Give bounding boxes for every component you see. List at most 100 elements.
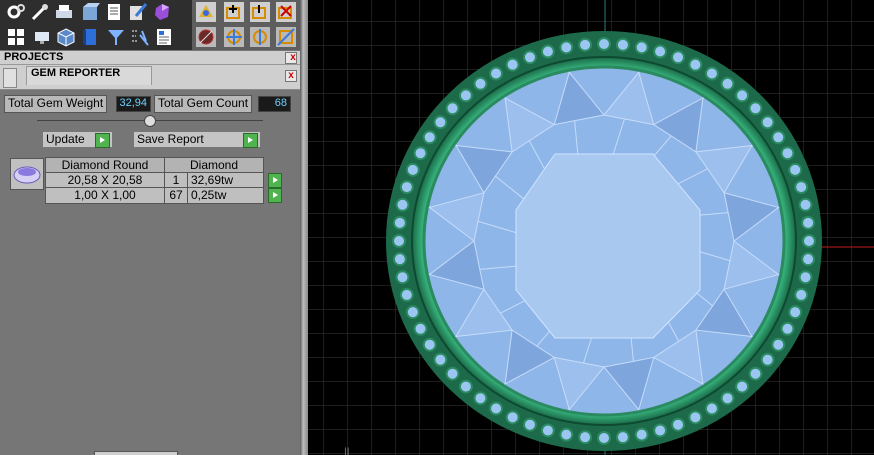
3d-viewport[interactable]: ll	[308, 0, 874, 455]
side-stone	[505, 410, 520, 425]
side-stone	[422, 130, 437, 145]
side-stone	[458, 88, 473, 103]
side-stone	[735, 88, 750, 103]
side-stone	[473, 391, 488, 406]
side-stone	[597, 37, 611, 51]
close-icon[interactable]: x	[285, 52, 297, 64]
table-row[interactable]: 1,00 X 1,00 67 0,25tw	[45, 187, 287, 204]
projects-title: PROJECTS	[4, 51, 64, 63]
side-stone	[615, 430, 630, 445]
brush-icon[interactable]	[128, 2, 148, 22]
row-weight: 32,69tw	[187, 171, 264, 189]
side-stone	[489, 66, 504, 81]
select-icon[interactable]	[130, 27, 150, 47]
column-header-material: Diamond	[164, 157, 264, 173]
diamond-table	[515, 153, 701, 339]
sphere-icon[interactable]	[196, 27, 216, 47]
toolbar-row-1	[0, 0, 300, 24]
side-stone	[578, 430, 593, 445]
document-icon[interactable]	[104, 2, 124, 22]
horizontal-scrollbar[interactable]	[94, 451, 178, 455]
total-weight-value: 32,94	[116, 96, 151, 112]
delete-icon[interactable]	[276, 2, 296, 22]
side-stone	[597, 431, 611, 445]
side-stone	[735, 379, 750, 394]
report-icon[interactable]	[154, 27, 174, 47]
side-stone	[433, 352, 448, 367]
side-stone	[780, 146, 795, 161]
side-stone	[634, 427, 649, 442]
update-button[interactable]: Update	[42, 131, 113, 148]
move-icon[interactable]	[250, 2, 270, 22]
tools-icon[interactable]	[30, 2, 50, 22]
side-stone	[653, 423, 668, 438]
side-stone	[720, 76, 735, 91]
row-action-icon[interactable]	[268, 172, 282, 188]
side-stone	[653, 44, 668, 59]
side-stone	[392, 234, 406, 248]
side-stone	[794, 180, 809, 195]
box-icon[interactable]	[80, 2, 100, 22]
toolbar-row-2	[0, 24, 300, 50]
side-stone	[399, 180, 414, 195]
monitor-icon[interactable]	[32, 27, 52, 47]
save-report-button[interactable]: Save Report	[133, 131, 261, 148]
gem-reporter-header: GEM REPORTER x	[0, 65, 300, 90]
side-stone	[634, 40, 649, 55]
side-stone	[704, 66, 719, 81]
total-count-value: 68	[258, 96, 291, 112]
row-count: 1	[164, 171, 188, 189]
side-stone	[540, 423, 555, 438]
transform-icon[interactable]	[224, 27, 244, 47]
side-stone	[748, 366, 763, 381]
side-stone	[720, 391, 735, 406]
table-row[interactable]: 20,58 X 20,58 1 32,69tw	[45, 171, 287, 189]
render-icon[interactable]	[196, 2, 216, 22]
side-stone	[788, 162, 803, 177]
gem-reporter-tab[interactable]: GEM REPORTER	[26, 66, 152, 85]
side-stone	[688, 57, 703, 72]
side-stone	[671, 50, 686, 65]
gem-report-table: Diamond Round Diamond 20,58 X 20,58 1 32…	[45, 157, 287, 204]
side-stone	[445, 101, 460, 116]
layout-icon[interactable]	[6, 27, 26, 47]
gem-thumbnail[interactable]	[10, 158, 44, 190]
side-stone	[688, 410, 703, 425]
viewport-canvas[interactable]: ll	[308, 0, 874, 455]
panel-splitter[interactable]	[300, 0, 308, 455]
book-icon[interactable]	[80, 27, 100, 47]
side-stone	[801, 215, 816, 230]
side-stone	[748, 101, 763, 116]
side-stone	[801, 252, 816, 267]
scale-icon[interactable]	[276, 27, 296, 47]
printer-icon[interactable]	[54, 2, 74, 22]
gem-icon[interactable]	[152, 2, 172, 22]
side-stone	[405, 305, 420, 320]
layer-icon[interactable]	[224, 2, 244, 22]
axis-marker: ll	[344, 447, 350, 455]
side-stone	[399, 287, 414, 302]
side-stone	[473, 76, 488, 91]
side-stone	[458, 379, 473, 394]
side-stone	[671, 417, 686, 432]
side-stone	[413, 146, 428, 161]
side-stone	[798, 197, 813, 212]
align-icon[interactable]	[250, 27, 270, 47]
close-icon[interactable]: x	[285, 70, 297, 82]
ring-model[interactable]	[386, 31, 822, 451]
side-stone	[413, 321, 428, 336]
row-action-icon[interactable]	[268, 188, 283, 204]
filter-icon[interactable]	[106, 27, 126, 47]
side-stone	[704, 401, 719, 416]
side-stone	[760, 115, 775, 130]
cube-icon[interactable]	[56, 27, 76, 47]
save-report-label: Save Report	[137, 132, 204, 146]
side-stone	[578, 37, 593, 52]
side-stone	[392, 252, 407, 267]
side-stone	[505, 57, 520, 72]
left-panel: PROJECTS x GEM REPORTER x Total Gem Weig…	[0, 0, 300, 455]
side-stone	[522, 417, 537, 432]
settings-icon[interactable]	[6, 2, 26, 22]
panel-grip-icon[interactable]	[3, 68, 17, 88]
splitter-handle-icon[interactable]	[144, 115, 156, 127]
